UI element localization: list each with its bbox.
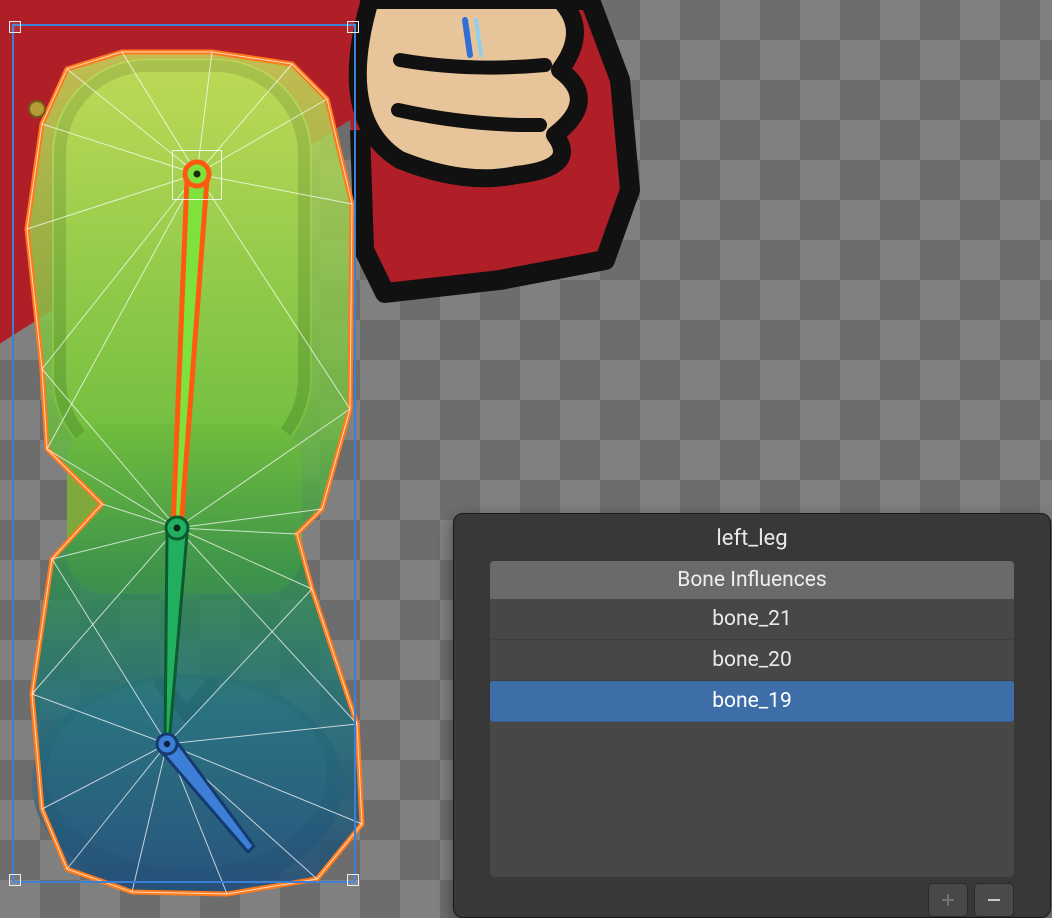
bone-row-bone_21[interactable]: bone_21 <box>490 599 1014 640</box>
cape-sprite <box>0 0 630 350</box>
mesh-wireframe <box>27 52 362 894</box>
bone-21[interactable] <box>173 162 209 529</box>
bone-19[interactable] <box>157 734 254 852</box>
weight-overlay <box>27 52 362 894</box>
resize-handle-tl[interactable] <box>9 21 21 33</box>
sprite-selection-box[interactable] <box>12 24 356 883</box>
hand-sprite <box>358 0 579 178</box>
add-bone-button[interactable] <box>928 883 968 917</box>
sprite-editor-viewport[interactable]: left_leg Bone Influences bone_21 bone_20… <box>0 0 1052 918</box>
bone-influences-header: Bone Influences <box>490 561 1014 599</box>
bone-influences-list[interactable]: bone_21 bone_20 bone_19 <box>490 599 1014 877</box>
bone-20[interactable] <box>165 517 188 744</box>
resize-handle-br[interactable] <box>347 874 359 886</box>
mesh-outline <box>27 52 362 894</box>
vertex-marker[interactable] <box>29 101 45 117</box>
bone-row-bone_19[interactable]: bone_19 <box>490 681 1014 722</box>
resize-handle-bl[interactable] <box>9 874 21 886</box>
bone-row-bone_20[interactable]: bone_20 <box>490 640 1014 681</box>
remove-bone-button[interactable] <box>974 883 1014 917</box>
bone-pivot-handle[interactable] <box>172 150 222 200</box>
panel-title: left_leg <box>454 514 1050 561</box>
resize-handle-tr[interactable] <box>347 21 359 33</box>
plus-icon <box>940 892 956 908</box>
bone-influences-panel[interactable]: left_leg Bone Influences bone_21 bone_20… <box>453 513 1051 918</box>
minus-icon <box>986 892 1002 908</box>
